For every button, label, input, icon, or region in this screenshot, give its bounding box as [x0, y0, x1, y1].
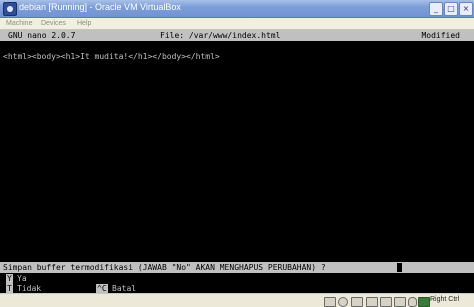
virtualbox-icon[interactable]: [3, 2, 17, 16]
option-no-key[interactable]: T: [6, 284, 13, 293]
window-title: debian [Running] - Oracle VM VirtualBox: [19, 2, 181, 12]
guest-console[interactable]: GNU nano 2.0.7 File: /var/www/index.html…: [0, 30, 474, 293]
text-cursor: [397, 263, 402, 272]
close-button[interactable]: ×: [459, 2, 473, 16]
option-cancel-key[interactable]: ^C: [96, 284, 108, 293]
nano-version: GNU nano 2.0.7: [8, 31, 76, 40]
menu-help[interactable]: Help: [77, 18, 91, 29]
menu-bar: Machine Devices Help: [0, 18, 474, 30]
option-no-label: Tidak: [17, 284, 42, 293]
menu-devices[interactable]: Devices: [41, 18, 66, 29]
save-prompt: Simpan buffer termodifikasi (JAWAB "No" …: [0, 262, 474, 273]
option-cancel-label: Batal: [112, 284, 137, 293]
nano-modified-status: Modified: [421, 31, 460, 40]
menu-machine[interactable]: Machine: [6, 18, 32, 29]
save-prompt-text: Simpan buffer termodifikasi (JAWAB "No" …: [3, 263, 326, 272]
nano-header: GNU nano 2.0.7 File: /var/www/index.html…: [0, 30, 474, 41]
maximize-button[interactable]: □: [444, 2, 458, 16]
prompt-options-row: T Tidak ^C Batal: [0, 283, 474, 293]
title-bar: debian [Running] - Oracle VM VirtualBox …: [0, 0, 474, 18]
vm-status-bar: Right Ctrl: [0, 293, 474, 307]
host-key-label: Right Ctrl: [430, 296, 460, 303]
nano-filename: File: /var/www/index.html: [160, 31, 281, 40]
editor-line[interactable]: <html><body><h1>It mudita!</h1></body></…: [3, 52, 474, 63]
minimize-button[interactable]: _: [429, 2, 443, 16]
